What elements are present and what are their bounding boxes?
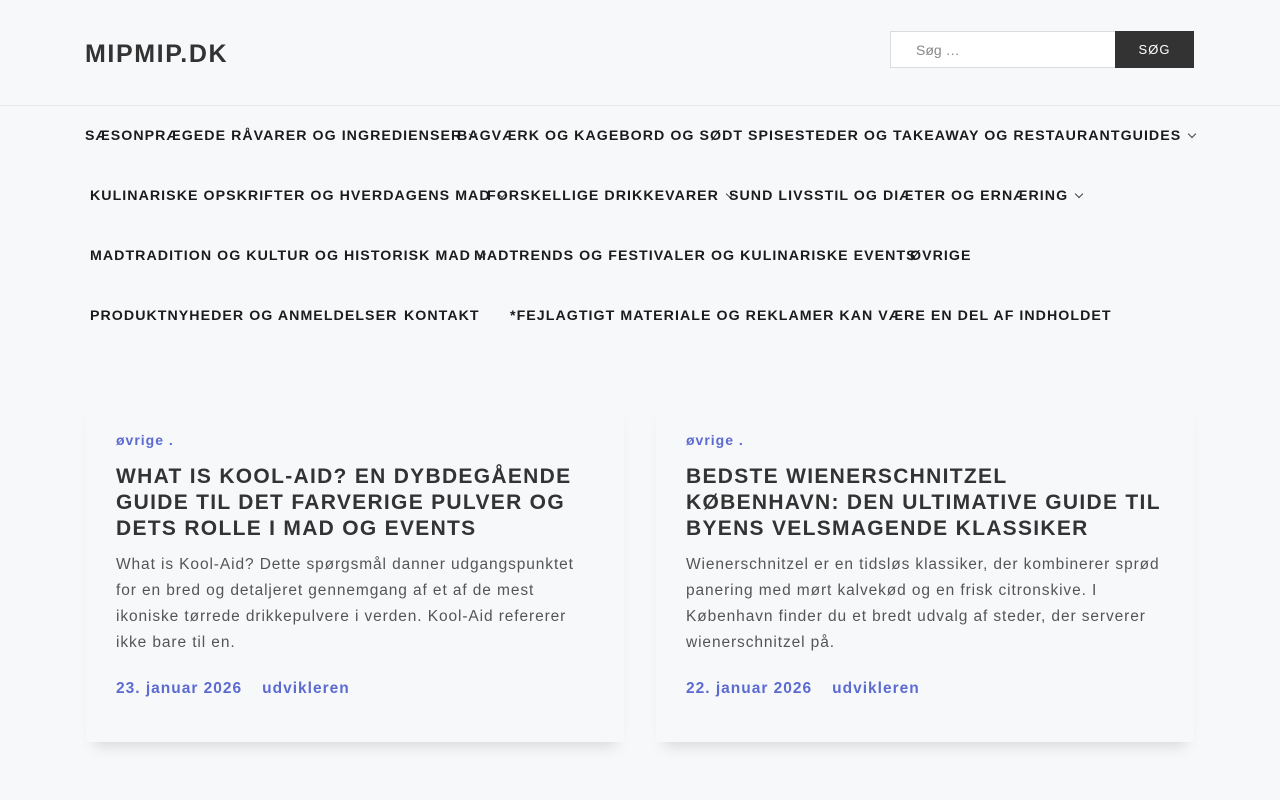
post-meta: 23. januar 2026 udvikleren bbox=[116, 680, 350, 698]
post-excerpt: Wienerschnitzel er en tidsløs klassiker,… bbox=[686, 556, 1160, 651]
nav-item-saesonpraegede-ravarer[interactable]: SÆSONPRÆGEDE RÅVARER OG INGREDIENSER bbox=[85, 126, 478, 146]
nav-item-label: *FEJLAGTIGT MATERIALE OG REKLAMER KAN VÆ… bbox=[510, 308, 1112, 324]
nav-item-label: SÆSONPRÆGEDE RÅVARER OG INGREDIENSER bbox=[85, 128, 463, 144]
site-header: MIPMIP.DK SØG bbox=[0, 0, 1280, 106]
nav-item-madtrends[interactable]: MADTRENDS OG FESTIVALER OG KULINARISKE E… bbox=[474, 246, 917, 266]
post-category-link[interactable]: øvrige . bbox=[686, 432, 744, 448]
chevron-down-icon bbox=[1188, 129, 1197, 139]
nav-item-spisesteder[interactable]: SPISESTEDER OG TAKEAWAY OG RESTAURANTGUI… bbox=[748, 126, 1197, 146]
nav-item-label: KULINARISKE OPSKRIFTER OG HVERDAGENS MAD bbox=[90, 188, 491, 204]
site-title-link[interactable]: MIPMIP.DK bbox=[85, 40, 228, 69]
main-navigation: SÆSONPRÆGEDE RÅVARER OG INGREDIENSER BAG… bbox=[0, 106, 1280, 346]
nav-item-label: SUND LIVSSTIL OG DIÆTER OG ERNÆRING bbox=[729, 188, 1069, 204]
search-form: SØG bbox=[890, 31, 1194, 68]
nav-item-drikkevarer[interactable]: FORSKELLIGE DRIKKEVARER bbox=[487, 186, 735, 206]
nav-item-label: SPISESTEDER OG TAKEAWAY OG RESTAURANTGUI… bbox=[748, 128, 1182, 144]
nav-item-ovrige[interactable]: ØVRIGE bbox=[910, 246, 971, 266]
nav-item-kontakt[interactable]: KONTAKT bbox=[404, 306, 480, 326]
nav-item-produktnyheder[interactable]: PRODUKTNYHEDER OG ANMELDELSER bbox=[90, 306, 397, 326]
nav-item-label: ØVRIGE bbox=[910, 248, 972, 264]
post-card: øvrige . BEDSTE WIENERSCHNITZEL KØBENHAV… bbox=[656, 398, 1194, 742]
search-button[interactable]: SØG bbox=[1115, 31, 1194, 68]
nav-item-label: MADTRADITION OG KULTUR OG HISTORISK MAD bbox=[90, 248, 471, 264]
post-title[interactable]: BEDSTE WIENERSCHNITZEL KØBENHAVN: DEN UL… bbox=[686, 464, 1166, 542]
post-category-link[interactable]: øvrige . bbox=[116, 432, 174, 448]
search-input[interactable] bbox=[890, 31, 1115, 68]
nav-item-madtradition[interactable]: MADTRADITION OG KULTUR OG HISTORISK MAD bbox=[90, 246, 487, 266]
nav-item-label: MADTRENDS OG FESTIVALER OG KULINARISKE E… bbox=[474, 248, 917, 264]
post-meta: 22. januar 2026 udvikleren bbox=[686, 680, 920, 698]
chevron-down-icon bbox=[1074, 189, 1084, 199]
post-card bbox=[656, 774, 1194, 800]
nav-item-label: PRODUKTNYHEDER OG ANMELDELSER bbox=[90, 308, 398, 324]
post-card bbox=[86, 774, 624, 800]
nav-item-label: FORSKELLIGE DRIKKEVARER bbox=[487, 188, 719, 204]
post-excerpt: What is Kool-Aid? Dette spørgsmål danner… bbox=[116, 556, 574, 651]
post-card: øvrige . WHAT IS KOOL-AID? EN DYBDEGÅEND… bbox=[86, 398, 624, 742]
post-title[interactable]: WHAT IS KOOL-AID? EN DYBDEGÅENDE GUIDE T… bbox=[116, 464, 596, 542]
nav-item-disclaimer[interactable]: *FEJLAGTIGT MATERIALE OG REKLAMER KAN VÆ… bbox=[510, 306, 1112, 326]
post-author-link[interactable]: udvikleren bbox=[262, 680, 350, 698]
nav-item-sund-livsstil[interactable]: SUND LIVSSTIL OG DIÆTER OG ERNÆRING bbox=[729, 186, 1084, 206]
post-date-link[interactable]: 23. januar 2026 bbox=[116, 680, 242, 698]
post-author-link[interactable]: udvikleren bbox=[832, 680, 920, 698]
post-date-link[interactable]: 22. januar 2026 bbox=[686, 680, 812, 698]
nav-item-label: KONTAKT bbox=[404, 308, 480, 324]
nav-item-label: BAGVÆRK OG KAGEBORD OG SØDT bbox=[457, 128, 744, 144]
nav-item-kulinariske-opskrifter[interactable]: KULINARISKE OPSKRIFTER OG HVERDAGENS MAD bbox=[90, 186, 506, 206]
nav-item-bagvaerk[interactable]: BAGVÆRK OG KAGEBORD OG SØDT bbox=[457, 126, 743, 146]
